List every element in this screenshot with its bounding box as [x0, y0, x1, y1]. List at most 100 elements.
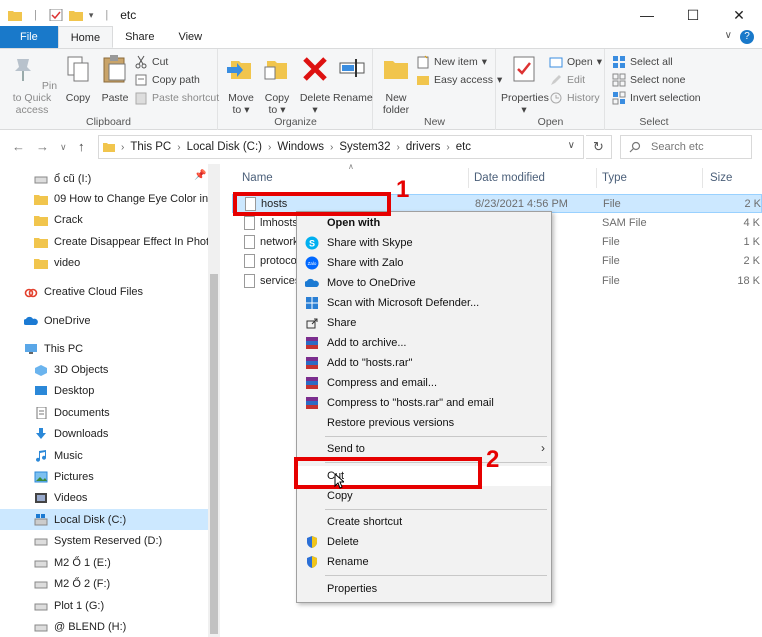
nav-pane-scrollbar[interactable] [208, 164, 220, 637]
cut-button[interactable]: Cut [134, 53, 168, 71]
forward-arrow-icon[interactable]: → [36, 139, 49, 154]
nav-item-this-pc[interactable]: This PC [0, 338, 208, 359]
invert-selection-button[interactable]: Invert selection [612, 89, 701, 107]
nav-item-downloads[interactable]: Downloads [0, 423, 208, 444]
select-none-button[interactable]: Select none [612, 71, 685, 89]
copy-to-button[interactable]: Copy to ▾ [259, 53, 295, 116]
customize-qat-chevron-icon[interactable]: ▾ [89, 10, 94, 21]
breadcrumb-this-pc[interactable]: This PC [130, 141, 171, 153]
column-divider[interactable] [596, 168, 597, 188]
nav-item-m2-o2[interactable]: M2 Ổ 2 (F:) [0, 573, 208, 594]
menu-properties[interactable]: Properties [297, 579, 551, 599]
menu-send-to[interactable]: Send to › [297, 439, 551, 459]
nav-item-crack[interactable]: Crack [0, 209, 208, 230]
menu-add-archive[interactable]: Add to archive... [297, 333, 551, 353]
menu-label: Compress and email... [327, 377, 438, 389]
documents-icon [36, 406, 47, 419]
nav-item-local-disk-c[interactable]: Local Disk (C:) [0, 509, 208, 530]
nav-item-desktop[interactable]: Desktop [0, 380, 208, 401]
recent-locations-chevron-icon[interactable]: ∨ [60, 142, 67, 153]
nav-item-o-cu[interactable]: ổ cũ (I:) [0, 168, 208, 189]
tab-view[interactable]: View [166, 26, 214, 48]
refresh-button[interactable]: ↻ [586, 135, 612, 159]
column-header-name[interactable]: Name [242, 164, 273, 192]
menu-compress-hosts-rar-email[interactable]: Compress to "hosts.rar" and email [297, 393, 551, 413]
pin-to-quick-access-button[interactable]: Pin to Quick access [6, 53, 58, 116]
folder-icon [34, 237, 48, 248]
move-to-button[interactable]: Move to ▾ [223, 53, 259, 116]
properties-button[interactable]: Properties ▾ [501, 53, 549, 116]
rename-button[interactable]: Rename [333, 53, 373, 104]
sort-up-icon: ∧ [348, 162, 354, 171]
menu-compress-email[interactable]: Compress and email... [297, 373, 551, 393]
3d-objects-icon [35, 364, 47, 376]
nav-item-creative-cloud[interactable]: Creative Cloud Files [0, 281, 208, 302]
edit-button[interactable]: Edit [549, 71, 585, 89]
nav-item-music[interactable]: Music [0, 445, 208, 466]
column-header-type[interactable]: Type [602, 164, 627, 192]
menu-scan-defender[interactable]: Scan with Microsoft Defender... [297, 293, 551, 313]
copy-path-button[interactable]: Copy path [134, 71, 200, 89]
column-header-date[interactable]: Date modified [474, 164, 545, 192]
folder-icon[interactable] [8, 9, 22, 21]
nav-item-pictures[interactable]: Pictures [0, 466, 208, 487]
nav-item-change-eye-color[interactable]: 09 How to Change Eye Color in Ph [0, 188, 208, 209]
nav-item-documents[interactable]: Documents [0, 402, 208, 423]
tab-share[interactable]: Share [113, 26, 166, 48]
nav-item-blend[interactable]: @ BLEND (H:) [0, 616, 208, 637]
nav-item-m2-o1[interactable]: M2 Ổ 1 (E:) [0, 552, 208, 573]
breadcrumb-local-disk[interactable]: Local Disk (C:) [187, 141, 262, 153]
menu-share-skype[interactable]: S Share with Skype [297, 233, 551, 253]
help-icon[interactable]: ? [740, 30, 754, 44]
open-button[interactable]: Open ▾ [549, 53, 602, 71]
menu-rename[interactable]: Rename [297, 552, 551, 572]
menu-share[interactable]: Share [297, 313, 551, 333]
breadcrumb-system32[interactable]: System32 [339, 141, 390, 153]
column-header-size[interactable]: Size [710, 164, 732, 192]
easy-access-button[interactable]: Easy access ▾ [416, 71, 502, 89]
nav-item-label: video [54, 256, 81, 269]
tab-home[interactable]: Home [57, 26, 114, 48]
file-name: services [260, 275, 301, 287]
menu-copy[interactable]: Copy [297, 486, 551, 506]
menu-create-shortcut[interactable]: Create shortcut [297, 512, 551, 532]
menu-delete[interactable]: Delete [297, 532, 551, 552]
breadcrumb-etc[interactable]: etc [456, 141, 471, 153]
menu-move-onedrive[interactable]: Move to OneDrive [297, 273, 551, 293]
tab-file[interactable]: File [0, 26, 58, 48]
breadcrumb-windows[interactable]: Windows [277, 141, 324, 153]
menu-open-with[interactable]: Open with [297, 213, 551, 233]
breadcrumb-drivers[interactable]: drivers [406, 141, 441, 153]
menu-add-hosts-rar[interactable]: Add to "hosts.rar" [297, 353, 551, 373]
nav-item-video[interactable]: video [0, 252, 208, 273]
paste-button[interactable]: Paste [98, 53, 132, 104]
nav-item-label: M2 Ổ 1 (E:) [54, 556, 111, 569]
new-item-button[interactable]: New item ▾ [416, 53, 487, 71]
nav-item-onedrive[interactable]: OneDrive [0, 310, 208, 331]
nav-item-system-reserved[interactable]: System Reserved (D:) [0, 530, 208, 551]
drive-icon [34, 603, 48, 610]
menu-share-zalo[interactable]: Zalo Share with Zalo [297, 253, 551, 273]
menu-restore-previous[interactable]: Restore previous versions [297, 413, 551, 433]
copy-button[interactable]: Copy [60, 53, 96, 104]
new-folder-button[interactable]: New folder [378, 53, 414, 116]
delete-button[interactable]: Delete ▾ [297, 53, 333, 116]
paste-shortcut-button[interactable]: Paste shortcut [134, 89, 219, 107]
search-box[interactable]: Search etc [620, 135, 752, 159]
address-bar[interactable]: › This PC › Local Disk (C:) › Windows › … [98, 135, 584, 159]
up-arrow-icon[interactable]: ↑ [78, 139, 85, 154]
select-all-button[interactable]: Select all [612, 53, 673, 71]
column-divider[interactable] [468, 168, 469, 188]
history-button[interactable]: History [549, 89, 600, 107]
scrollbar-thumb[interactable] [210, 274, 218, 634]
nav-item-plot1[interactable]: Plot 1 (G:) [0, 595, 208, 616]
back-arrow-icon[interactable]: ← [12, 139, 25, 154]
address-dropdown-chevron-icon[interactable]: ∨ [568, 140, 575, 151]
new-folder-icon[interactable] [68, 9, 83, 21]
ribbon-expand-chevron-icon[interactable]: ∨ [725, 30, 732, 41]
nav-item-disappear-effect[interactable]: Create Disappear Effect In Photos [0, 231, 208, 252]
properties-check-icon[interactable] [49, 9, 63, 21]
nav-item-3d-objects[interactable]: 3D Objects [0, 359, 208, 380]
nav-item-videos[interactable]: Videos [0, 487, 208, 508]
column-divider[interactable] [702, 168, 703, 188]
